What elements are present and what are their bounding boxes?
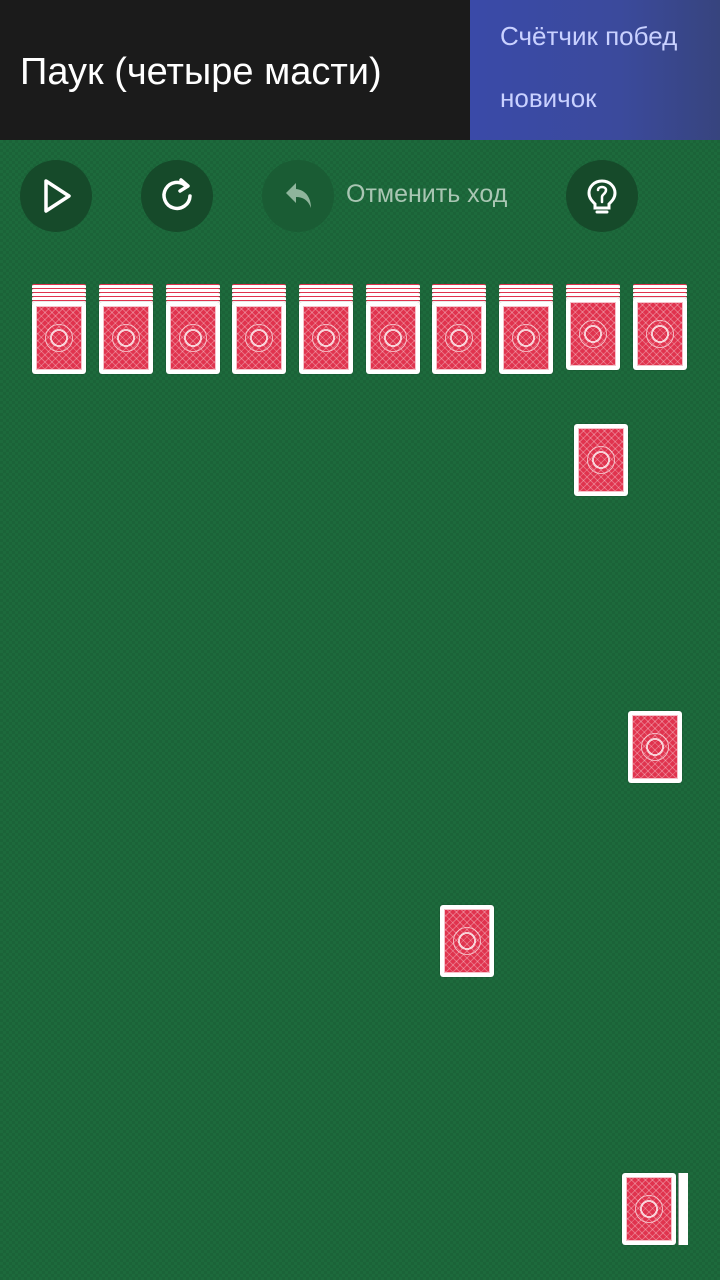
undo-button[interactable] xyxy=(262,160,334,232)
lightbulb-icon xyxy=(587,179,617,214)
face-down-card[interactable] xyxy=(366,302,420,374)
game-title: Паук (четыре масти) xyxy=(20,51,382,93)
win-counter-label: Счётчик побед xyxy=(500,21,678,51)
face-down-card[interactable] xyxy=(99,302,153,374)
hint-button[interactable] xyxy=(566,160,638,232)
undo-label: Отменить ход xyxy=(346,180,508,208)
face-down-card[interactable] xyxy=(633,298,687,370)
face-down-card[interactable] xyxy=(566,298,620,370)
title-bar: Паук (четыре масти) xyxy=(0,0,470,140)
face-down-card[interactable] xyxy=(299,302,353,374)
face-down-card[interactable] xyxy=(499,302,553,374)
stock-card[interactable] xyxy=(622,1173,676,1245)
face-down-card[interactable] xyxy=(166,302,220,374)
face-down-card[interactable] xyxy=(432,302,486,374)
face-down-card[interactable] xyxy=(232,302,286,374)
play-icon xyxy=(44,179,71,213)
dealing-card xyxy=(440,905,494,977)
restart-icon xyxy=(162,178,192,211)
player-rank: новичок xyxy=(500,83,597,113)
app-header: Паук (четыре масти) Счётчик побед новичо… xyxy=(0,0,720,140)
face-down-card[interactable] xyxy=(32,302,86,374)
new-game-button[interactable] xyxy=(20,160,92,232)
card-edge xyxy=(678,1173,682,1245)
dealing-card xyxy=(628,711,682,783)
win-counter-button[interactable]: Счётчик побед новичок xyxy=(470,0,720,140)
restart-button[interactable] xyxy=(141,160,213,232)
undo-icon xyxy=(286,183,311,208)
dealing-card xyxy=(574,424,628,496)
